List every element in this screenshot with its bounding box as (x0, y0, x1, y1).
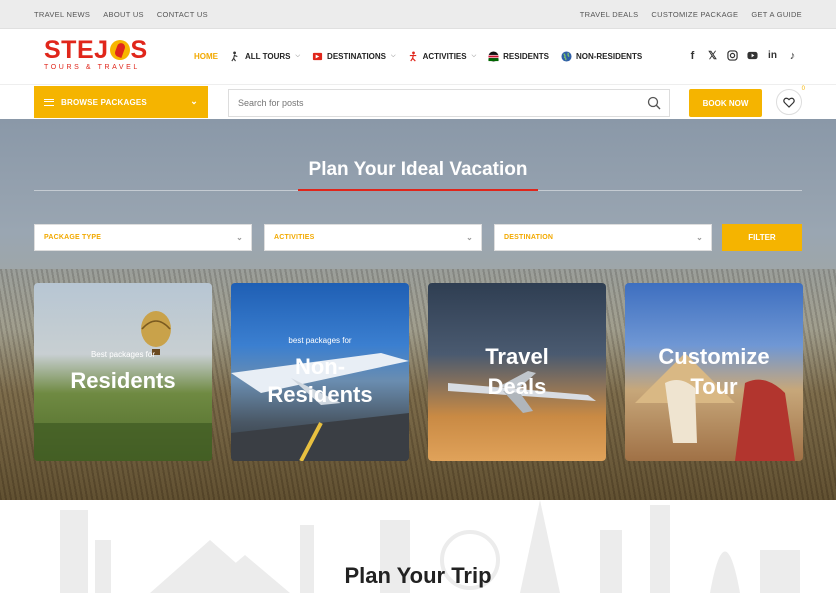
search-box (228, 89, 670, 117)
card-title-line-2: Residents (267, 382, 373, 407)
search-input[interactable] (229, 90, 629, 116)
map-flag-icon (312, 52, 323, 61)
nav-item-destinations[interactable]: DESTINATIONS ⌵ (312, 51, 396, 62)
top-bar-right-links: TRAVEL DEALS CUSTOMIZE PACKAGE GET A GUI… (580, 10, 802, 19)
kenya-flag-icon (488, 51, 499, 62)
search-row: BROWSE PACKAGES ⌄ BOOK NOW 0 (0, 85, 836, 119)
card-title-line-2: Deals (487, 374, 547, 399)
select-label: PACKAGE TYPE (44, 234, 102, 241)
top-link-about-us[interactable]: ABOUT US (103, 10, 144, 19)
nav-item-all-tours[interactable]: ALL TOURS ⌵ (230, 51, 300, 62)
nav-item-non-residents[interactable]: NON-RESIDENTS (561, 51, 642, 62)
package-type-select[interactable]: PACKAGE TYPE ⌄ (34, 224, 252, 251)
card-non-residents[interactable]: best packages for Non- Residents (231, 283, 409, 461)
chevron-down-icon: ⌄ (466, 233, 473, 242)
facebook-icon[interactable]: f (687, 50, 698, 62)
card-customize-tour[interactable]: Customize Tour (625, 283, 803, 461)
camel-image (635, 353, 795, 461)
wishlist-button[interactable]: 0 (776, 86, 805, 115)
activity-icon (409, 51, 416, 62)
top-link-travel-news[interactable]: TRAVEL NEWS (34, 10, 90, 19)
chevron-down-icon: ⌄ (190, 96, 198, 106)
top-bar: TRAVEL NEWS ABOUT US CONTACT US TRAVEL D… (0, 0, 836, 29)
card-subtitle: best packages for (288, 336, 352, 345)
browse-packages-button[interactable]: BROWSE PACKAGES ⌄ (34, 86, 208, 118)
chevron-down-icon: ⌄ (236, 233, 243, 242)
card-residents[interactable]: Best packages for Residents (34, 283, 212, 461)
nav-item-label: ACTIVITIES (422, 52, 467, 61)
heart-icon (783, 97, 795, 108)
chevron-down-icon: ⌄ (696, 233, 703, 242)
top-link-travel-deals[interactable]: TRAVEL DEALS (580, 10, 639, 19)
card-title-line-1: Travel (485, 344, 549, 369)
select-label: ACTIVITIES (274, 234, 315, 241)
logo-mark-icon (109, 40, 130, 60)
filter-bar: PACKAGE TYPE ⌄ ACTIVITIES ⌄ DESTINATION … (34, 224, 712, 251)
tiktok-icon[interactable]: ♪ (787, 50, 798, 62)
main-nav: HOME ALL TOURS ⌵ DESTINATIONS ⌵ ACTIVITI… (194, 51, 642, 62)
x-icon[interactable]: 𝕏 (707, 50, 718, 62)
section-title: Plan Your Trip (344, 563, 492, 588)
card-title-line-1: Non- (294, 354, 346, 379)
site-logo[interactable]: STEJ S TOURS & TRAVEL (44, 37, 160, 77)
hero-title-underline (298, 189, 538, 191)
instagram-icon[interactable] (727, 50, 738, 61)
search-icon[interactable] (647, 96, 661, 110)
top-link-contact-us[interactable]: CONTACT US (157, 10, 208, 19)
hiker-icon (231, 51, 238, 62)
jet-image (448, 371, 596, 413)
social-links: f 𝕏 in ♪ (687, 50, 798, 63)
chevron-down-icon: ⌵ (391, 53, 396, 59)
top-link-customize-package[interactable]: CUSTOMIZE PACKAGE (651, 10, 738, 19)
chevron-down-icon: ⌵ (295, 53, 301, 59)
card-subtitle: Best packages for (90, 350, 156, 359)
wishlist-count-badge: 0 (801, 86, 805, 92)
nav-item-activities[interactable]: ACTIVITIES ⌵ (408, 51, 477, 62)
card-title-line-1: Customize (658, 344, 770, 369)
card-travel-deals[interactable]: Travel Deals (428, 283, 606, 461)
activities-select[interactable]: ACTIVITIES ⌄ (264, 224, 482, 251)
nav-item-label: RESIDENTS (503, 52, 549, 61)
card-title-line-2: Tour (690, 374, 738, 399)
globe-icon (561, 51, 572, 62)
destination-select[interactable]: DESTINATION ⌄ (494, 224, 712, 251)
logo-tagline: TOURS & TRAVEL (44, 64, 140, 71)
nav-item-residents[interactable]: RESIDENTS (488, 51, 549, 62)
plan-trip-section: Plan Your Trip (0, 500, 836, 593)
select-label: DESTINATION (504, 234, 554, 241)
package-cards: Best packages for Residents best package… (34, 283, 803, 461)
main-header: STEJ S TOURS & TRAVEL HOME ALL TOURS ⌵ DE… (0, 29, 836, 85)
nav-item-label: HOME (194, 52, 218, 61)
nav-item-label: NON-RESIDENTS (575, 52, 643, 61)
hero-title: Plan Your Ideal Vacation (308, 159, 528, 180)
linkedin-icon[interactable]: in (767, 50, 778, 61)
browse-packages-label: BROWSE PACKAGES (61, 97, 147, 107)
filter-button[interactable]: FILTER (722, 224, 802, 251)
book-now-button[interactable]: BOOK NOW (689, 89, 762, 117)
chevron-down-icon: ⌵ (471, 53, 477, 59)
youtube-icon[interactable] (747, 50, 758, 61)
nav-item-home[interactable]: HOME (194, 52, 218, 61)
card-title: Residents (70, 368, 176, 393)
top-link-get-a-guide[interactable]: GET A GUIDE (751, 10, 802, 19)
hamburger-icon (44, 98, 54, 106)
hero-section: Plan Your Ideal Vacation PACKAGE TYPE ⌄ … (0, 119, 836, 500)
nav-item-label: ALL TOURS (245, 52, 291, 61)
logo-wordmark: STEJ S (44, 36, 148, 64)
nav-item-label: DESTINATIONS (327, 52, 387, 61)
top-bar-left-links: TRAVEL NEWS ABOUT US CONTACT US (34, 10, 208, 19)
